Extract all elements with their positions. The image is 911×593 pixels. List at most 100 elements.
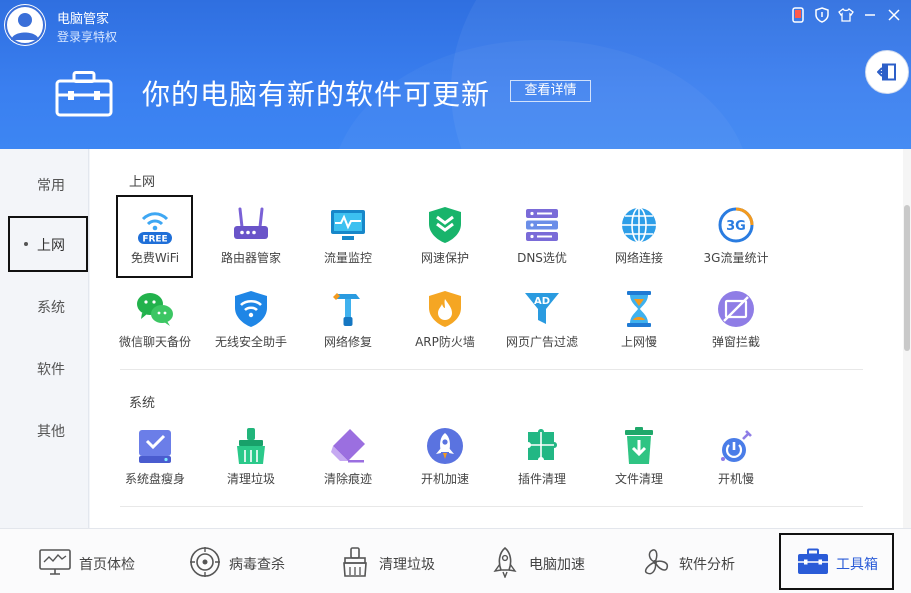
header-banner: 电脑管家 登录享特权 你的电脑有新的软件可更新 查看详情 bbox=[0, 0, 911, 149]
tool-router-manager[interactable]: 路由器管家 bbox=[203, 205, 299, 283]
popup-block-icon bbox=[716, 289, 756, 329]
close-icon bbox=[888, 9, 900, 21]
tool-popup-block[interactable]: 弹窗拦截 bbox=[688, 289, 784, 367]
brush-icon bbox=[338, 547, 372, 577]
update-headline: 你的电脑有新的软件可更新 bbox=[142, 78, 491, 111]
avatar[interactable] bbox=[4, 4, 46, 46]
target-icon bbox=[188, 547, 222, 577]
tool-speed-protect[interactable]: 网速保护 bbox=[397, 205, 493, 283]
nav-virus-scan[interactable]: 病毒查杀 bbox=[188, 529, 298, 593]
phone-icon bbox=[792, 7, 804, 23]
rocket-outline-icon bbox=[488, 546, 522, 578]
collapse-panel-button[interactable] bbox=[865, 50, 909, 94]
tool-boot-speedup[interactable]: 开机加速 bbox=[397, 426, 493, 504]
tool-label: 弹窗拦截 bbox=[711, 335, 760, 349]
tool-label: 开机慢 bbox=[717, 472, 754, 486]
tool-network-repair[interactable]: 网络修复 bbox=[300, 289, 396, 367]
eraser-icon bbox=[328, 426, 368, 466]
active-dot bbox=[24, 242, 28, 246]
tool-label: 微信聊天备份 bbox=[118, 335, 191, 349]
tool-grid-panel: 上网 FREE 免费WiFi 路由器管家 流量监控 网速保护 DNS选优 网络连… bbox=[90, 149, 903, 528]
svg-text:3G: 3G bbox=[726, 219, 746, 234]
wifi-shield-icon bbox=[231, 289, 271, 329]
sidebar-item-system[interactable]: 系统 bbox=[0, 291, 89, 321]
nav-label: 清理垃圾 bbox=[379, 557, 435, 573]
tool-traffic-monitor[interactable]: 流量监控 bbox=[300, 205, 396, 283]
nav-toolbox[interactable]: 工具箱 bbox=[796, 529, 886, 593]
tool-wifi-security[interactable]: 无线安全助手 bbox=[203, 289, 299, 367]
scrollbar-thumb[interactable] bbox=[904, 205, 910, 351]
nav-label: 电脑加速 bbox=[529, 557, 585, 573]
trash-icon bbox=[619, 426, 659, 466]
nav-label: 软件分析 bbox=[679, 557, 735, 573]
tshirt-icon bbox=[838, 8, 854, 22]
speed-shield-icon bbox=[425, 205, 465, 245]
firewall-icon bbox=[425, 289, 465, 329]
view-details-button[interactable]: 查看详情 bbox=[510, 80, 591, 102]
tool-slow-internet[interactable]: 上网慢 bbox=[591, 289, 687, 367]
sidebar-item-common[interactable]: 常用 bbox=[0, 169, 89, 199]
tool-wechat-backup[interactable]: 微信聊天备份 bbox=[107, 289, 203, 367]
free-wifi-icon: FREE bbox=[135, 205, 175, 245]
ad-filter-icon: AD bbox=[522, 289, 562, 329]
tool-label: 文件清理 bbox=[614, 472, 663, 486]
wechat-icon bbox=[135, 289, 175, 329]
nav-home-checkup[interactable]: 首页体检 bbox=[38, 529, 148, 593]
section-title-system: 系统 bbox=[129, 396, 156, 411]
shield-icon bbox=[815, 7, 829, 23]
dns-server-icon bbox=[522, 205, 562, 245]
tool-label: 清除痕迹 bbox=[323, 472, 372, 486]
fan-icon bbox=[638, 547, 672, 577]
toolbox-icon bbox=[796, 547, 830, 577]
nav-label: 首页体检 bbox=[79, 557, 135, 573]
nav-label: 工具箱 bbox=[836, 557, 878, 573]
nav-software-analysis[interactable]: 软件分析 bbox=[638, 529, 748, 593]
tool-slow-boot[interactable]: 开机慢 bbox=[688, 426, 784, 504]
section-divider bbox=[120, 369, 863, 370]
nav-clean-junk[interactable]: 清理垃圾 bbox=[338, 529, 448, 593]
tool-label: 插件清理 bbox=[517, 472, 566, 486]
tool-free-wifi[interactable]: FREE 免费WiFi bbox=[107, 205, 203, 283]
router-icon bbox=[231, 205, 271, 245]
phone-button[interactable] bbox=[789, 6, 807, 24]
tool-label: 开机加速 bbox=[420, 472, 469, 486]
sidebar-item-label: 软件 bbox=[37, 362, 65, 378]
tool-ad-filter[interactable]: AD 网页广告过滤 bbox=[494, 289, 590, 367]
tool-label: 流量监控 bbox=[323, 251, 372, 265]
hourglass-icon bbox=[619, 289, 659, 329]
puzzle-icon bbox=[522, 426, 562, 466]
tool-label: 系统盘瘦身 bbox=[124, 472, 185, 486]
close-button[interactable] bbox=[885, 6, 903, 24]
skin-button[interactable] bbox=[837, 6, 855, 24]
tool-label: 网速保护 bbox=[420, 251, 469, 265]
minimize-button[interactable] bbox=[861, 6, 879, 24]
tool-disk-slim[interactable]: 系统盘瘦身 bbox=[107, 426, 203, 504]
tool-file-clean[interactable]: 文件清理 bbox=[591, 426, 687, 504]
shield-button[interactable] bbox=[813, 6, 831, 24]
sidebar-item-other[interactable]: 其他 bbox=[0, 415, 89, 445]
tool-clear-traces[interactable]: 清除痕迹 bbox=[300, 426, 396, 504]
traffic-monitor-icon bbox=[328, 205, 368, 245]
tool-label: 网页广告过滤 bbox=[505, 335, 578, 349]
tool-clean-junk[interactable]: 清理垃圾 bbox=[203, 426, 299, 504]
monitor-icon bbox=[38, 547, 72, 577]
tool-label: 清理垃圾 bbox=[226, 472, 275, 486]
sidebar-item-software[interactable]: 软件 bbox=[0, 353, 89, 383]
tool-label: 上网慢 bbox=[620, 335, 657, 349]
tool-label: 3G流量统计 bbox=[703, 251, 769, 265]
tool-network-connect[interactable]: 网络连接 bbox=[591, 205, 687, 283]
tool-plugin-clean[interactable]: 插件清理 bbox=[494, 426, 590, 504]
sidebar-item-label: 上网 bbox=[37, 238, 65, 254]
sidebar-item-internet[interactable]: 上网 bbox=[0, 229, 89, 259]
rocket-icon bbox=[425, 426, 465, 466]
nav-pc-speedup[interactable]: 电脑加速 bbox=[488, 529, 598, 593]
tool-dns-optimize[interactable]: DNS选优 bbox=[494, 205, 590, 283]
hammer-icon bbox=[328, 289, 368, 329]
tool-3g-traffic[interactable]: 3G 3G流量统计 bbox=[688, 205, 784, 283]
tool-arp-firewall[interactable]: ARP防火墙 bbox=[397, 289, 493, 367]
sidebar-item-label: 常用 bbox=[37, 178, 65, 194]
tool-label: 路由器管家 bbox=[220, 251, 281, 265]
globe-icon bbox=[619, 205, 659, 245]
nav-label: 病毒查杀 bbox=[229, 557, 285, 573]
login-link[interactable]: 登录享特权 bbox=[57, 28, 117, 45]
